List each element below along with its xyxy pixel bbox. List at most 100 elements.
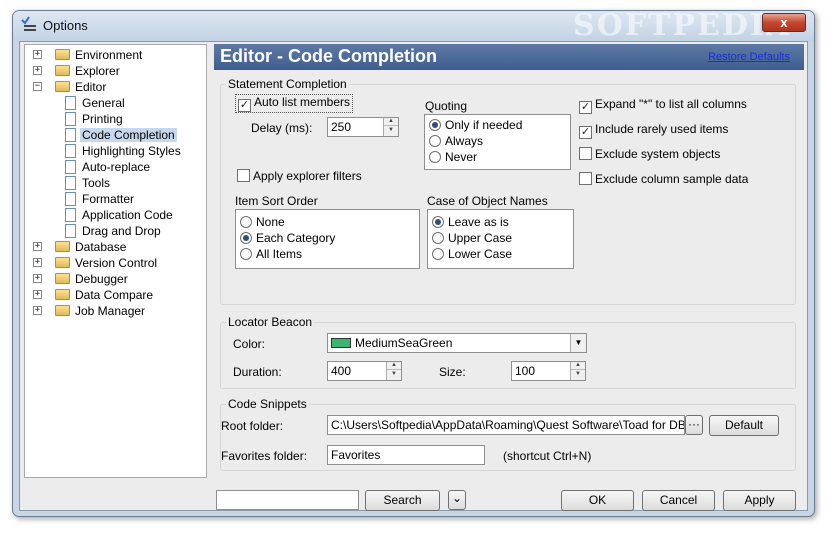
radio-selected-icon[interactable] bbox=[240, 232, 252, 244]
collapse-icon[interactable]: − bbox=[33, 82, 42, 91]
apply-explorer-filters-checkbox[interactable]: Apply explorer filters bbox=[237, 169, 362, 183]
browse-button[interactable]: ··· bbox=[685, 415, 703, 435]
expand-star-check[interactable]: ✓ bbox=[579, 101, 592, 114]
case-option-lower[interactable]: Lower Case bbox=[432, 247, 512, 261]
expand-icon[interactable]: + bbox=[33, 274, 42, 283]
expand-icon[interactable]: + bbox=[33, 290, 42, 299]
search-button[interactable]: Search bbox=[365, 490, 440, 511]
quoting-option-never[interactable]: Never bbox=[429, 150, 477, 164]
tree-item[interactable]: + Explorer bbox=[33, 63, 122, 79]
exclude-system-objects-checkbox[interactable]: Exclude system objects bbox=[579, 147, 720, 161]
expand-icon[interactable]: + bbox=[33, 242, 42, 251]
sort-option-each-category[interactable]: Each Category bbox=[240, 231, 335, 245]
tree-item[interactable]: + Debugger bbox=[33, 271, 130, 287]
tree-item[interactable]: Formatter bbox=[65, 191, 136, 207]
radio-icon[interactable] bbox=[240, 248, 252, 260]
radio-icon[interactable] bbox=[432, 232, 444, 244]
cancel-button[interactable]: Cancel bbox=[642, 490, 715, 511]
page-icon bbox=[65, 144, 76, 158]
options-tree[interactable]: + Environment + Explorer − Editor General Print… bbox=[24, 44, 207, 478]
tree-item[interactable]: Printing bbox=[65, 111, 125, 127]
auto-list-check[interactable]: ✓ bbox=[238, 99, 251, 112]
tree-item[interactable]: Code Completion bbox=[65, 127, 177, 143]
sort-option-label: None bbox=[256, 215, 285, 229]
folder-icon bbox=[55, 273, 70, 284]
delay-input[interactable]: 250 ▲ ▼ bbox=[327, 117, 399, 137]
spin-up-icon[interactable]: ▲ bbox=[387, 362, 401, 370]
duration-spinner[interactable]: ▲ ▼ bbox=[386, 362, 401, 380]
tree-item-label: Tools bbox=[82, 176, 111, 190]
tree-item-label: Explorer bbox=[75, 64, 120, 78]
sort-option-all-items[interactable]: All Items bbox=[240, 247, 302, 261]
title-bar[interactable]: Options SOFTPEDIA x bbox=[13, 8, 814, 43]
quoting-option-only-if-needed[interactable]: Only if needed bbox=[429, 118, 522, 132]
sort-order-radio-group: None Each Category All Items bbox=[235, 209, 420, 269]
spin-down-icon[interactable]: ▼ bbox=[387, 370, 401, 379]
favorites-folder-input[interactable]: Favorites bbox=[327, 445, 485, 465]
tree-item[interactable]: + Environment bbox=[33, 47, 144, 63]
apply-button[interactable]: Apply bbox=[723, 490, 796, 511]
exclude-system-check[interactable] bbox=[579, 147, 592, 160]
duration-input[interactable]: 400 ▲ ▼ bbox=[327, 361, 402, 381]
tree-item[interactable]: Highlighting Styles bbox=[65, 143, 183, 159]
size-spinner[interactable]: ▲ ▼ bbox=[570, 362, 585, 380]
search-input[interactable] bbox=[216, 490, 359, 510]
watermark: SOFTPEDIA bbox=[573, 8, 792, 43]
exclude-column-sample-checkbox[interactable]: Exclude column sample data bbox=[579, 172, 748, 186]
root-folder-input[interactable]: C:\Users\Softpedia\AppData\Roaming\Quest… bbox=[327, 415, 685, 435]
tree-item[interactable]: + Database bbox=[33, 239, 128, 255]
restore-defaults-link[interactable]: Restore Defaults bbox=[708, 51, 790, 63]
tree-item[interactable]: Auto-replace bbox=[65, 159, 152, 175]
quoting-option-always[interactable]: Always bbox=[429, 134, 483, 148]
tree-item[interactable]: General bbox=[65, 95, 127, 111]
page-icon bbox=[65, 160, 76, 174]
delay-spinner[interactable]: ▲ ▼ bbox=[383, 118, 398, 136]
expand-icon[interactable]: + bbox=[33, 258, 42, 267]
close-button[interactable]: x bbox=[762, 13, 806, 32]
tree-item[interactable]: + Job Manager bbox=[33, 303, 147, 319]
expand-icon[interactable]: + bbox=[33, 306, 42, 315]
size-input[interactable]: 100 ▲ ▼ bbox=[511, 361, 586, 381]
tree-item[interactable]: Drag and Drop bbox=[65, 223, 163, 239]
radio-icon[interactable] bbox=[429, 135, 441, 147]
ok-button[interactable]: OK bbox=[561, 490, 634, 511]
expand-star-checkbox[interactable]: ✓ Expand "*" to list all columns bbox=[579, 97, 747, 114]
radio-icon[interactable] bbox=[429, 151, 441, 163]
spin-up-icon[interactable]: ▲ bbox=[384, 118, 398, 126]
exclude-sample-check[interactable] bbox=[579, 172, 592, 185]
case-option-leave-as-is[interactable]: Leave as is bbox=[432, 215, 509, 229]
tree-item[interactable]: + Version Control bbox=[33, 255, 159, 271]
radio-selected-icon[interactable] bbox=[429, 119, 441, 131]
sort-option-none[interactable]: None bbox=[240, 215, 285, 229]
case-option-label: Lower Case bbox=[448, 247, 513, 261]
default-button[interactable]: Default bbox=[709, 415, 779, 436]
tree-item-label: Auto-replace bbox=[82, 160, 151, 174]
radio-icon[interactable] bbox=[432, 248, 444, 260]
spin-up-icon[interactable]: ▲ bbox=[571, 362, 585, 370]
expand-icon[interactable]: + bbox=[33, 50, 42, 59]
tree-item[interactable]: + Data Compare bbox=[33, 287, 155, 303]
case-option-label: Upper Case bbox=[448, 231, 513, 245]
radio-icon[interactable] bbox=[240, 216, 252, 228]
tree-item[interactable]: Application Code bbox=[65, 207, 175, 223]
apply-filters-check[interactable] bbox=[237, 169, 250, 182]
statement-completion-title: Statement Completion bbox=[226, 77, 349, 91]
sort-option-label: All Items bbox=[256, 247, 303, 261]
include-rarely-check[interactable]: ✓ bbox=[579, 126, 592, 139]
search-options-dropdown[interactable]: ⌄ bbox=[448, 490, 466, 510]
case-option-upper[interactable]: Upper Case bbox=[432, 231, 512, 245]
size-label: Size: bbox=[439, 365, 466, 379]
spin-down-icon[interactable]: ▼ bbox=[384, 126, 398, 135]
radio-selected-icon[interactable] bbox=[432, 216, 444, 228]
auto-list-members-checkbox[interactable]: ✓ Auto list members bbox=[235, 94, 354, 113]
tree-item-label: Printing bbox=[82, 112, 123, 126]
include-rarely-used-checkbox[interactable]: ✓ Include rarely used items bbox=[579, 122, 728, 139]
spin-down-icon[interactable]: ▼ bbox=[571, 370, 585, 379]
tree-item-label: Code Completion bbox=[80, 128, 177, 142]
tree-item[interactable]: Tools bbox=[65, 175, 112, 191]
tree-item[interactable]: − Editor bbox=[33, 79, 108, 95]
color-select[interactable]: MediumSeaGreen ▼ bbox=[327, 333, 587, 353]
chevron-down-icon[interactable]: ▼ bbox=[570, 334, 586, 352]
expand-icon[interactable]: + bbox=[33, 66, 42, 75]
page-icon bbox=[65, 192, 76, 206]
